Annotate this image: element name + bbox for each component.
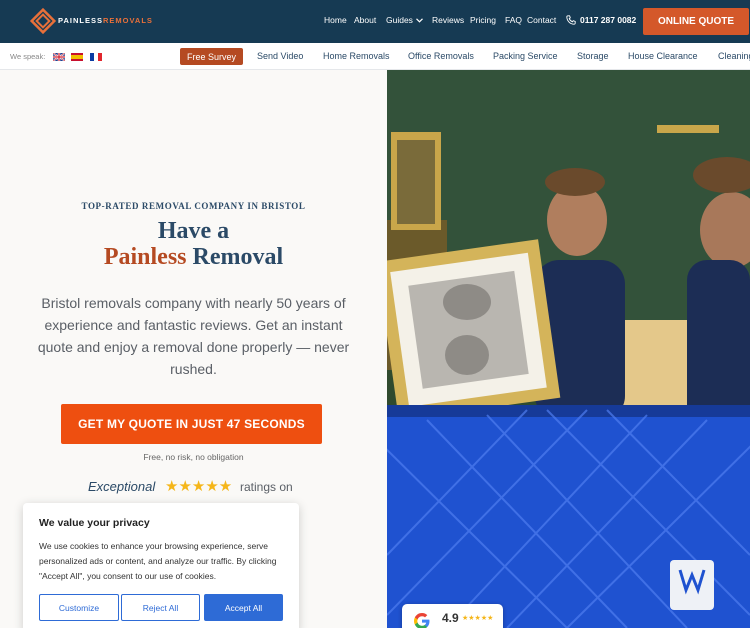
- hero-photo-movers: [387, 70, 750, 628]
- subnav-free-survey[interactable]: Free Survey: [180, 48, 243, 65]
- google-rating-badge[interactable]: 4.9 ★★★★★: [402, 604, 503, 628]
- cta-subtext: Free, no risk, no obligation: [143, 452, 244, 462]
- nav-faq[interactable]: FAQ: [505, 15, 522, 25]
- reject-all-button[interactable]: Reject All: [121, 594, 200, 621]
- rating-stars: ★★★★★: [165, 478, 233, 495]
- hero-eyebrow: TOP-RATED REMOVAL COMPANY IN BRISTOL: [81, 201, 306, 211]
- hero-heading-line1: Have a: [157, 218, 230, 244]
- hero-heading-line2: Painless Removal: [0, 244, 387, 271]
- phone-icon: [566, 15, 576, 25]
- nav-pricing[interactable]: Pricing: [470, 15, 496, 25]
- flag-uk-icon[interactable]: [53, 53, 65, 61]
- phone-number[interactable]: 0117 287 0082: [580, 15, 636, 25]
- get-quote-button[interactable]: GET MY QUOTE IN JUST 47 SECONDS: [61, 404, 322, 444]
- heading-brand-word: Painless: [103, 244, 187, 270]
- subnav-send-video[interactable]: Send Video: [257, 51, 303, 61]
- subnav-home-removals[interactable]: Home Removals: [323, 51, 390, 61]
- site-header: PAINLESSREMOVALS Home About Guides Revie…: [0, 0, 750, 43]
- subnav-storage[interactable]: Storage: [577, 51, 609, 61]
- ratings-on-text: ratings on: [240, 480, 293, 494]
- google-score: 4.9: [442, 611, 459, 625]
- subnav-packing-service[interactable]: Packing Service: [493, 51, 558, 61]
- services-subnav: We speak: Send Video Home Removals Offic…: [0, 43, 750, 70]
- rating-word: Exceptional: [88, 479, 156, 494]
- subnav-house-clearance[interactable]: House Clearance: [628, 51, 698, 61]
- hero-description: Bristol removals company with nearly 50 …: [37, 295, 350, 377]
- painless-removals-logo[interactable]: [28, 6, 58, 36]
- subnav-office-removals[interactable]: Office Removals: [408, 51, 474, 61]
- accept-all-button[interactable]: Accept All: [204, 594, 283, 621]
- flag-spain-icon[interactable]: [71, 53, 83, 61]
- nav-home[interactable]: Home: [324, 15, 347, 25]
- nav-guides[interactable]: Guides: [386, 15, 423, 25]
- chevron-down-icon: [416, 18, 423, 23]
- google-stars: ★★★★★: [462, 615, 494, 622]
- language-label: We speak:: [10, 52, 46, 61]
- heading-removal-word: Removal: [192, 244, 284, 270]
- nav-contact[interactable]: Contact: [527, 15, 556, 25]
- cookie-consent-dialog: We value your privacy We use cookies to …: [23, 503, 299, 628]
- nav-about[interactable]: About: [354, 15, 376, 25]
- logo-wordmark[interactable]: PAINLESSREMOVALS: [58, 16, 153, 25]
- cookie-title: We value your privacy: [39, 517, 150, 529]
- customize-button[interactable]: Customize: [39, 594, 119, 621]
- cookie-text: We use cookies to enhance your browsing …: [39, 541, 277, 581]
- flag-france-icon[interactable]: [90, 53, 102, 61]
- subnav-cleaning[interactable]: Cleaning: [718, 51, 750, 61]
- nav-reviews[interactable]: Reviews: [432, 15, 464, 25]
- online-quote-button[interactable]: ONLINE QUOTE: [643, 8, 749, 35]
- google-icon: [414, 613, 430, 628]
